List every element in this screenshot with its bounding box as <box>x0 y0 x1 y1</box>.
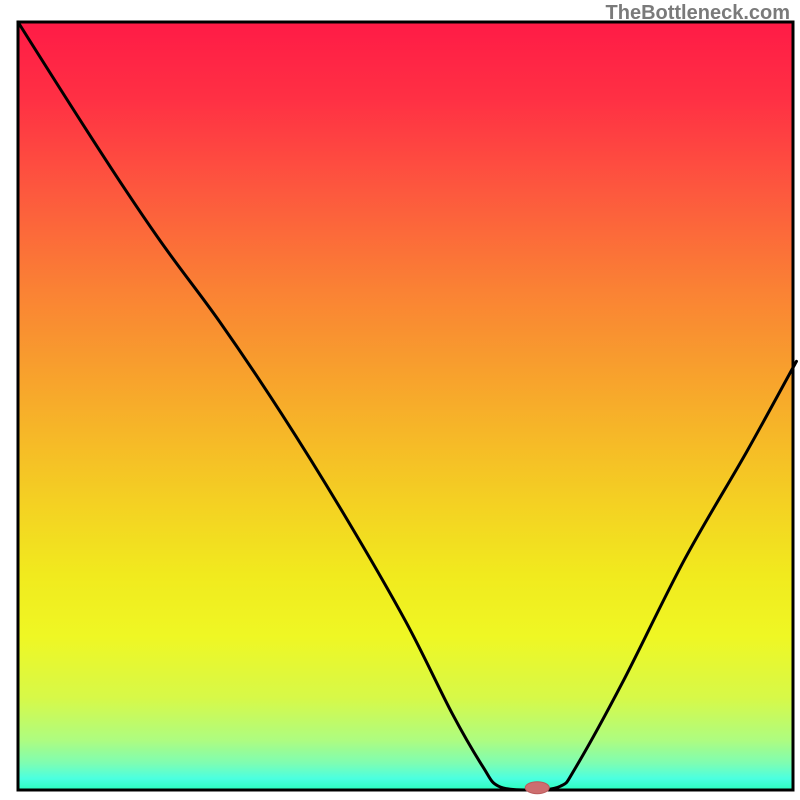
chart-container: TheBottleneck.com <box>0 0 800 800</box>
bottleneck-chart <box>0 0 800 800</box>
optimal-point-marker <box>525 782 549 794</box>
chart-background <box>18 22 793 790</box>
watermark-text: TheBottleneck.com <box>606 2 790 25</box>
